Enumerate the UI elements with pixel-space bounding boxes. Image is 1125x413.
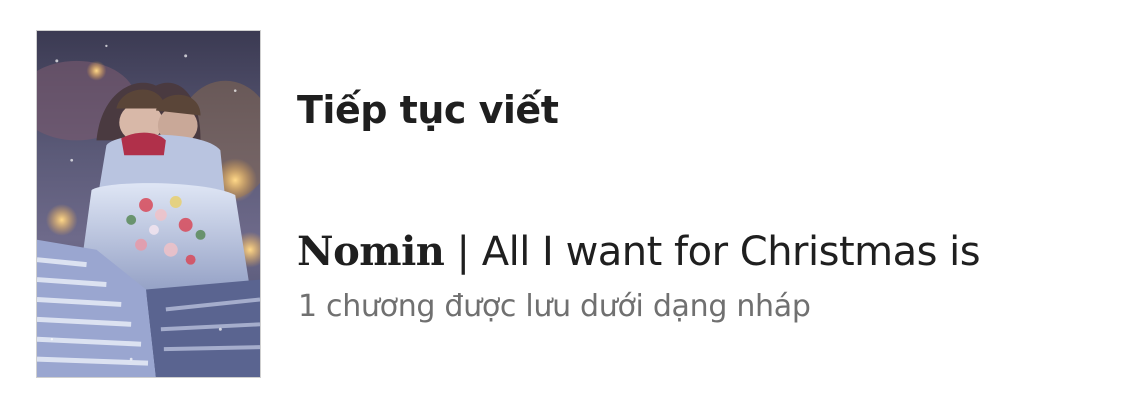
story-cover-image[interactable]	[36, 30, 261, 378]
draft-status-text: 1 chương được lưu dưới dạng nháp	[298, 289, 811, 324]
story-title-name: Nomin	[297, 228, 445, 275]
story-title-rest: | All I want for Christmas is	[444, 229, 981, 275]
continue-writing-card[interactable]: Tiếp tục viết Nomin | All I want for Chr…	[0, 0, 1125, 413]
section-title: Tiếp tục viết	[297, 88, 559, 132]
story-title[interactable]: Nomin | All I want for Christmas is	[297, 228, 981, 275]
